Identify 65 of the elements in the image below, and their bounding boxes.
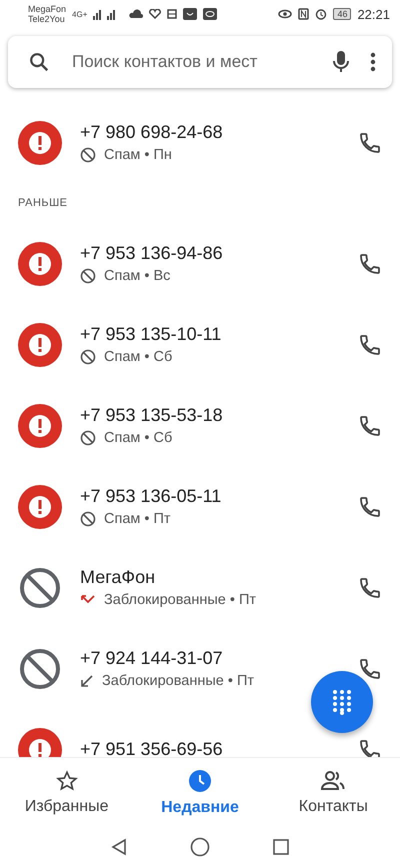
heart-icon — [149, 9, 162, 19]
carrier-name: Tele2You — [28, 14, 66, 24]
app-icon — [203, 8, 218, 20]
battery-level: 46 — [333, 8, 352, 20]
spam-warning-icon — [18, 404, 62, 448]
phone-icon[interactable] — [358, 494, 382, 518]
people-icon — [320, 770, 346, 792]
blocked-icon — [80, 147, 96, 163]
caller-number[interactable]: +7 953 135-53-18 — [80, 405, 340, 426]
blocked-icon — [80, 430, 96, 446]
network-type: 4G+ — [72, 10, 88, 18]
star-icon — [56, 770, 78, 792]
caller-number[interactable]: +7 953 135-10-11 — [80, 324, 340, 345]
nav-tab[interactable]: Недавние — [133, 758, 267, 827]
dialpad-button[interactable] — [311, 671, 373, 733]
phone-icon[interactable] — [358, 252, 382, 276]
blocked-icon — [80, 511, 96, 527]
home-icon[interactable] — [190, 837, 210, 857]
caller-number[interactable]: +7 924 144-31-07 — [80, 648, 340, 669]
more-options-icon[interactable] — [370, 52, 376, 72]
phone-icon[interactable] — [358, 130, 382, 154]
carrier-name: MegaFon — [28, 4, 66, 14]
eye-icon — [278, 8, 292, 20]
call-details: Спам • Вс — [104, 268, 170, 284]
back-icon[interactable] — [110, 838, 128, 856]
spam-warning-icon — [18, 484, 62, 528]
alarm-icon — [315, 8, 328, 20]
phone-icon[interactable] — [358, 332, 382, 356]
recents-icon[interactable] — [272, 838, 290, 856]
section-header: РАНЬШЕ — [17, 196, 69, 211]
call-details: Заблокированные • Пт — [104, 592, 256, 608]
clock-time: 22:21 — [357, 6, 390, 22]
call-details: Спам • Пт — [104, 511, 171, 527]
call-details: Заблокированные • Пт — [102, 673, 254, 689]
cloud-icon — [129, 9, 144, 19]
nfc-icon — [298, 8, 310, 20]
phone-icon[interactable] — [358, 576, 382, 600]
app-icon — [183, 8, 198, 20]
blocked-icon — [80, 349, 96, 365]
caller-number[interactable]: МегаФон — [80, 567, 340, 588]
blocked-icon — [80, 268, 96, 284]
caller-number[interactable]: +7 951 356-69-56 — [80, 739, 340, 757]
call-details: Спам • Сб — [104, 430, 172, 446]
phone-icon[interactable] — [358, 656, 382, 680]
clock-icon — [188, 768, 212, 792]
phone-icon[interactable] — [358, 738, 382, 757]
nav-tab[interactable]: Избранные — [0, 758, 134, 827]
dialpad-icon — [332, 689, 352, 715]
phone-icon[interactable] — [358, 414, 382, 438]
call-details: Спам • Пн — [104, 147, 172, 163]
microphone-icon[interactable] — [332, 50, 350, 74]
caller-number[interactable]: +7 953 136-94-86 — [80, 243, 340, 264]
search-bar[interactable]: Поиск контактов и мест — [8, 36, 392, 88]
nav-tab[interactable]: Контакты — [266, 758, 400, 827]
spam-warning-icon — [18, 120, 62, 164]
incoming-call-icon — [80, 674, 94, 688]
spam-warning-icon — [18, 322, 62, 366]
notification-icon — [167, 9, 178, 19]
blocked-icon — [18, 566, 62, 610]
search-icon — [28, 51, 50, 73]
caller-number[interactable]: +7 980 698-24-68 — [80, 122, 340, 143]
blocked-icon — [18, 646, 62, 690]
call-details: Спам • Сб — [104, 349, 172, 365]
caller-number[interactable]: +7 953 136-05-11 — [80, 486, 340, 507]
spam-warning-icon — [18, 242, 62, 286]
